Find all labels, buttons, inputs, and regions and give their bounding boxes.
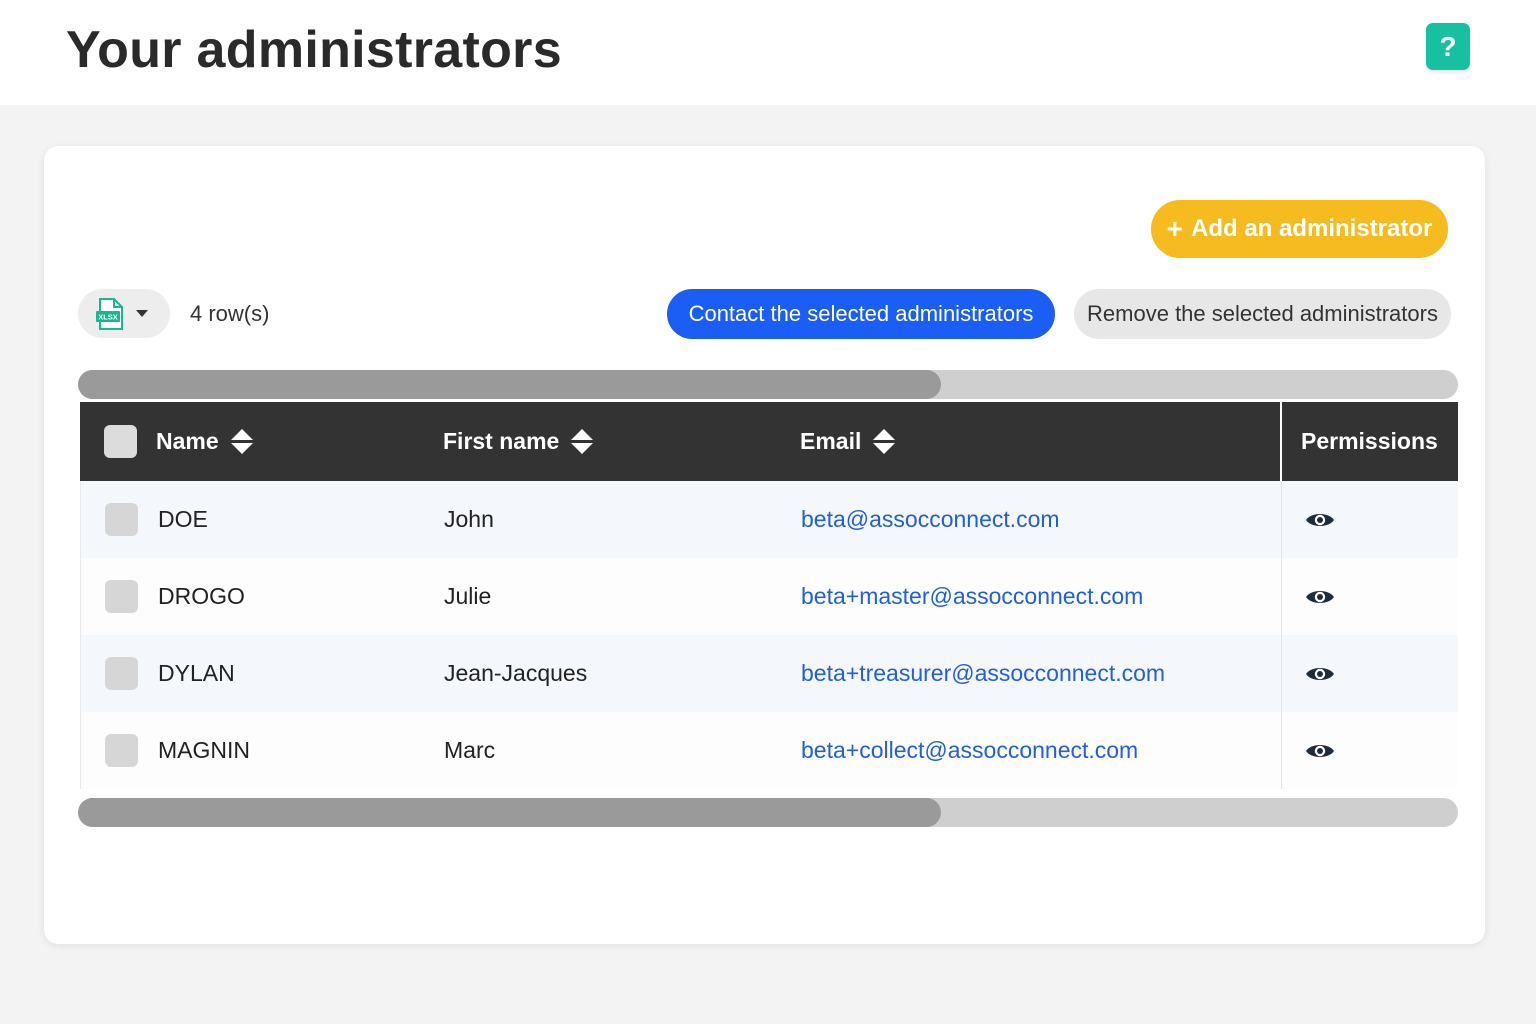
- add-administrator-button[interactable]: + Add an administrator: [1151, 200, 1448, 258]
- row-checkbox[interactable]: [105, 734, 138, 767]
- row-select-cell: [105, 635, 138, 712]
- cell-first-name: John: [444, 506, 494, 532]
- help-icon: ?: [1439, 30, 1457, 62]
- row-checkbox[interactable]: [105, 503, 138, 536]
- select-all-checkbox[interactable]: [104, 425, 137, 458]
- scrollbar-thumb[interactable]: [78, 370, 941, 399]
- column-divider: [1281, 635, 1282, 712]
- table-body: DOE John beta@assocconnect.com DROGO Jul…: [80, 481, 1458, 789]
- row-select-cell: [105, 558, 138, 635]
- cell-permissions: [1305, 712, 1335, 789]
- table-row: DOE John beta@assocconnect.com: [81, 481, 1458, 558]
- row-select-cell: [105, 712, 138, 789]
- sort-icon[interactable]: [873, 429, 896, 454]
- cell-first-name: Julie: [444, 583, 492, 609]
- column-divider: [1281, 558, 1282, 635]
- eye-icon[interactable]: [1305, 587, 1335, 607]
- table-row: DROGO Julie beta+master@assocconnect.com: [81, 558, 1458, 635]
- column-header-permissions: Permissions: [1301, 402, 1438, 481]
- row-checkbox[interactable]: [105, 580, 138, 613]
- top-bar: Your administrators ?: [0, 0, 1536, 105]
- column-label-first-name: First name: [443, 428, 560, 454]
- administrators-table: Name First name Email Permissions DOE Jo…: [80, 402, 1458, 789]
- cell-email-link[interactable]: beta@assocconnect.com: [801, 481, 1060, 558]
- column-divider: [1281, 481, 1282, 558]
- row-count: 4 row(s): [190, 301, 270, 326]
- cell-permissions: [1305, 481, 1335, 558]
- caret-down-icon[interactable]: [136, 310, 148, 317]
- row-select-cell: [105, 481, 138, 558]
- horizontal-scrollbar-bottom[interactable]: [78, 798, 1458, 827]
- xlsx-file-icon: XLSX: [96, 297, 123, 330]
- cell-name: DROGO: [158, 583, 245, 609]
- cell-email-link[interactable]: beta+treasurer@assocconnect.com: [801, 635, 1165, 712]
- cell-permissions: [1305, 635, 1335, 712]
- cell-name: DYLAN: [158, 660, 235, 686]
- column-header-first-name[interactable]: First name: [443, 402, 594, 481]
- eye-icon[interactable]: [1305, 510, 1335, 530]
- column-label-email: Email: [800, 428, 862, 454]
- add-administrator-label: Add an administrator: [1191, 215, 1433, 242]
- plus-icon: +: [1166, 213, 1183, 244]
- table-row: DYLAN Jean-Jacques beta+treasurer@assocc…: [81, 635, 1458, 712]
- svg-text:XLSX: XLSX: [98, 312, 118, 321]
- horizontal-scrollbar-top[interactable]: [78, 370, 1458, 399]
- column-divider: [1281, 712, 1282, 789]
- cell-email-link[interactable]: beta+master@assocconnect.com: [801, 558, 1143, 635]
- eye-icon[interactable]: [1305, 664, 1335, 684]
- cell-name: DOE: [158, 506, 208, 532]
- sort-icon[interactable]: [571, 429, 594, 454]
- contact-selected-button[interactable]: Contact the selected administrators: [667, 289, 1055, 339]
- cell-first-name: Jean-Jacques: [444, 660, 588, 686]
- export-xlsx-button[interactable]: XLSX: [78, 289, 170, 338]
- column-label-permissions: Permissions: [1301, 428, 1438, 454]
- select-all-cell: [104, 402, 137, 481]
- column-divider: [1280, 402, 1282, 481]
- help-button[interactable]: ?: [1426, 23, 1470, 70]
- column-header-name[interactable]: Name: [156, 402, 253, 481]
- cell-email-link[interactable]: beta+collect@assocconnect.com: [801, 712, 1138, 789]
- scrollbar-thumb[interactable]: [78, 798, 941, 827]
- column-header-email[interactable]: Email: [800, 402, 896, 481]
- eye-icon[interactable]: [1305, 741, 1335, 761]
- page-title: Your administrators: [66, 21, 562, 79]
- cell-permissions: [1305, 558, 1335, 635]
- cell-name: MAGNIN: [158, 737, 250, 763]
- column-label-name: Name: [156, 428, 219, 454]
- remove-selected-button[interactable]: Remove the selected administrators: [1074, 289, 1451, 339]
- cell-first-name: Marc: [444, 737, 496, 763]
- administrators-card: + Add an administrator XLSX 4 row(s) Con…: [44, 146, 1485, 944]
- table-header: Name First name Email Permissions: [80, 402, 1458, 481]
- table-row: MAGNIN Marc beta+collect@assocconnect.co…: [81, 712, 1458, 789]
- row-checkbox[interactable]: [105, 657, 138, 690]
- sort-icon[interactable]: [230, 429, 253, 454]
